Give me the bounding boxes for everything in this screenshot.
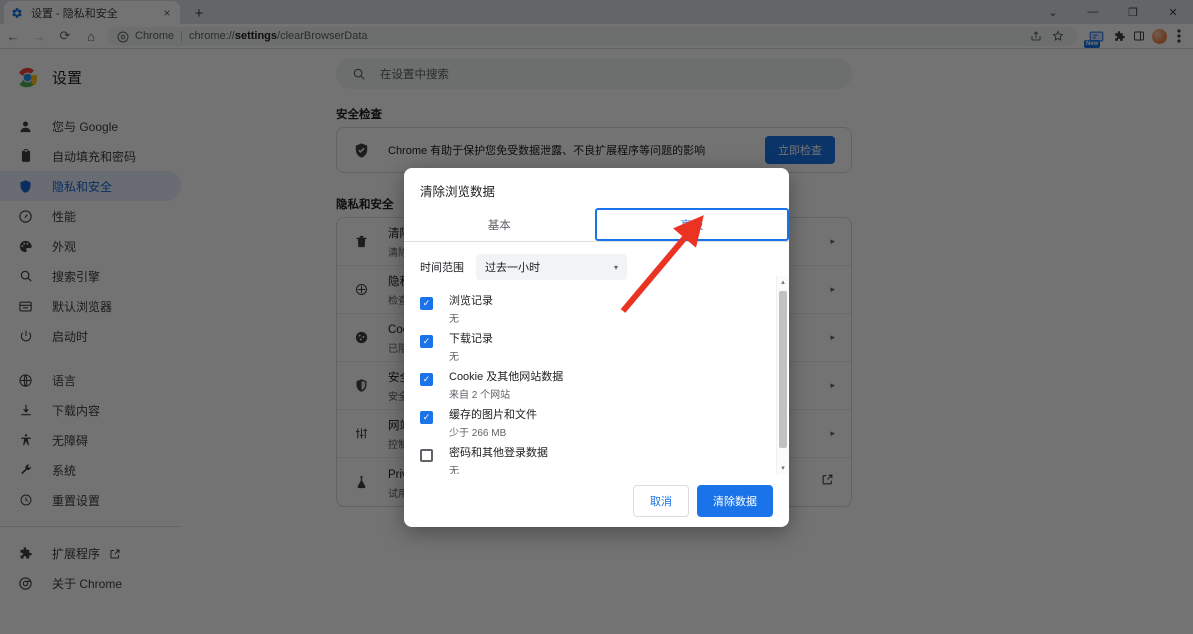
tab-advanced[interactable]: 高级	[594, 208, 789, 241]
checkbox-text: 缓存的图片和文件 少于 266 MB	[449, 406, 537, 439]
checkbox-text: 密码和其他登录数据 无	[449, 444, 548, 474]
checkbox-cached-images[interactable]: ✓	[420, 411, 433, 424]
checkbox-text: 浏览记录 无	[449, 292, 493, 325]
clear-browsing-data-dialog: 清除浏览数据 基本 高级 时间范围 过去一小时 ▾ ✓ 浏览记录 无 ✓ 下载记…	[404, 168, 789, 527]
time-range-group: 时间范围 过去一小时 ▾	[404, 242, 789, 286]
scroll-down-arrow-icon[interactable]: ▾	[777, 462, 789, 474]
checkbox-sublabel: 无	[449, 352, 459, 363]
dialog-title: 清除浏览数据	[420, 185, 496, 199]
list-item[interactable]: ✓ 浏览记录 无	[420, 292, 773, 330]
checkbox-text: Cookie 及其他网站数据 来自 2 个网站	[449, 368, 563, 401]
checkbox-label: Cookie 及其他网站数据	[449, 371, 564, 383]
cancel-button[interactable]: 取消	[633, 485, 689, 517]
checkbox-sublabel: 无	[449, 314, 459, 325]
checkbox-label: 下载记录	[449, 333, 493, 345]
list-item[interactable]: ✓ 缓存的图片和文件 少于 266 MB	[420, 406, 773, 444]
list-item[interactable]: 密码和其他登录数据 无	[420, 444, 773, 474]
tab-basic[interactable]: 基本	[404, 209, 595, 241]
list-item[interactable]: ✓ Cookie 及其他网站数据 来自 2 个网站	[420, 368, 773, 406]
checkbox-label: 密码和其他登录数据	[449, 447, 548, 459]
clear-data-button[interactable]: 清除数据	[697, 485, 773, 517]
time-range-select[interactable]: 过去一小时 ▾	[476, 254, 627, 280]
chevron-down-icon: ▾	[613, 262, 618, 272]
checkbox-label: 缓存的图片和文件	[449, 409, 537, 421]
checkbox-sublabel: 少于 266 MB	[449, 428, 507, 439]
checkbox-sublabel: 无	[449, 466, 459, 474]
data-type-checkbox-list: ✓ 浏览记录 无 ✓ 下载记录 无 ✓ Cookie 及其他网站数据 来自 2 …	[404, 286, 789, 474]
dialog-body: 时间范围 过去一小时 ▾ ✓ 浏览记录 无 ✓ 下载记录 无 ✓ Cookie …	[404, 242, 789, 474]
checkbox-browsing-history[interactable]: ✓	[420, 297, 433, 310]
time-range-label: 时间范围	[420, 262, 464, 274]
checkbox-sublabel: 来自 2 个网站	[449, 390, 511, 401]
checkbox-cookies[interactable]: ✓	[420, 373, 433, 386]
dialog-footer: 取消 清除数据	[404, 474, 789, 527]
time-range-value: 过去一小时	[485, 262, 540, 274]
scroll-up-arrow-icon[interactable]: ▴	[777, 276, 789, 288]
checkbox-label: 浏览记录	[449, 295, 493, 307]
dialog-tabs: 基本 高级	[404, 208, 789, 242]
checkbox-text: 下载记录 无	[449, 330, 493, 363]
scrollbar-thumb[interactable]	[779, 291, 787, 448]
browser-window: 设置 - 隐私和安全 × + ⌄ — ❐ ✕ ← → ⟳ ⌂ Chrome | …	[0, 0, 1193, 634]
checkbox-download-history[interactable]: ✓	[420, 335, 433, 348]
dialog-scrollbar[interactable]: ▴ ▾	[776, 276, 789, 474]
list-item[interactable]: ✓ 下载记录 无	[420, 330, 773, 368]
checkbox-passwords[interactable]	[420, 449, 433, 462]
